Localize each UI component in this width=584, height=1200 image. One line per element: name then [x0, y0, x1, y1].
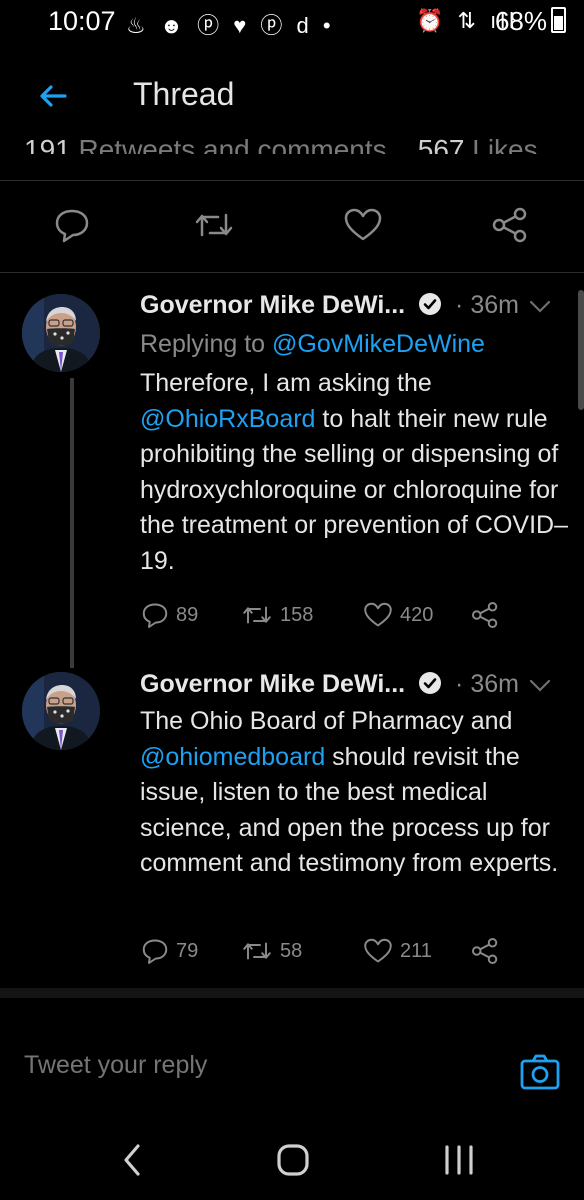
- retweet-icon: [243, 606, 271, 624]
- tweet-time: · 36m: [455, 670, 519, 698]
- tweet-text-part: Therefore, I am asking the: [140, 369, 432, 397]
- author-name[interactable]: Governor Mike DeWi...: [140, 670, 405, 698]
- back-button[interactable]: [28, 74, 78, 118]
- page-title: Thread: [133, 76, 235, 112]
- comment-icon: [142, 603, 168, 628]
- tweet-time: · 36m: [455, 291, 519, 319]
- tweet-time-value: 36m: [470, 291, 519, 319]
- share-button[interactable]: [490, 205, 536, 251]
- likes-label[interactable]: Likes: [472, 134, 537, 154]
- retweet-count: 158: [280, 603, 314, 626]
- divider: [0, 272, 584, 273]
- retweet-count: 58: [280, 939, 303, 962]
- share-icon: [472, 938, 498, 964]
- avatar-photo: [22, 294, 100, 372]
- like-button[interactable]: 420: [362, 598, 433, 632]
- reply-composer: [0, 1020, 584, 1120]
- tweet-author-line: Governor Mike DeWi... · 36m: [140, 670, 519, 699]
- reply-button[interactable]: 89: [140, 598, 198, 632]
- replying-to-label: Replying to: [140, 330, 266, 358]
- heart-icon: [364, 938, 392, 963]
- nav-recents-button[interactable]: [434, 1138, 484, 1182]
- replying-to: Replying to @GovMikeDeWine: [140, 330, 485, 359]
- like-count: 211: [400, 939, 432, 962]
- comment-icon: [142, 939, 168, 964]
- divider: [0, 180, 584, 181]
- like-count: 420: [400, 603, 434, 626]
- likes-count[interactable]: 567: [418, 134, 465, 154]
- scrollbar-thumb[interactable]: [578, 290, 584, 410]
- back-arrow-icon: [40, 85, 67, 107]
- retweet-button[interactable]: 58: [240, 934, 302, 968]
- like-button[interactable]: 211: [362, 934, 432, 968]
- verified-badge-icon: [419, 672, 442, 694]
- chevron-down-icon[interactable]: [526, 297, 554, 317]
- tweet-author-line: Governor Mike DeWi... · 36m: [140, 291, 519, 320]
- main-tweet-actions: [0, 205, 584, 255]
- mention-link[interactable]: @ohiomedboard: [140, 743, 325, 771]
- heart-icon: [364, 602, 392, 627]
- battery-icon: [551, 7, 566, 33]
- mention-link[interactable]: @OhioRxBoard: [140, 405, 315, 433]
- avatar[interactable]: [22, 294, 100, 372]
- retweets-label[interactable]: Retweets and comments: [79, 134, 387, 154]
- comment-icon: [55, 209, 89, 243]
- heart-icon: [344, 208, 382, 241]
- tweet-text-part: The Ohio Board of Pharmacy and: [140, 707, 513, 735]
- comment-count: 89: [176, 603, 199, 626]
- avatar-photo: [22, 672, 100, 750]
- thread-stats: 191 Retweets and comments 567 Likes: [0, 128, 584, 154]
- notification-icons: ♨ ☻ ⓟ ♥ ⓟ d •: [126, 13, 335, 38]
- top-app-bar: Thread: [0, 60, 584, 134]
- tweet-text: Therefore, I am asking the @OhioRxBoard …: [140, 366, 570, 579]
- tweet-time-value: 36m: [470, 670, 519, 698]
- retweet-button[interactable]: [192, 205, 238, 251]
- share-icon: [492, 207, 527, 243]
- nav-back-button[interactable]: [108, 1138, 158, 1182]
- reply-input[interactable]: [22, 1050, 496, 1081]
- camera-icon: [520, 1054, 560, 1090]
- reply-button[interactable]: 79: [140, 934, 198, 968]
- verified-badge-icon: [419, 293, 442, 315]
- status-time: 10:07: [48, 6, 116, 36]
- battery-indicator: 68%: [495, 6, 566, 37]
- battery-percent: 68%: [494, 6, 547, 36]
- reply-button[interactable]: [52, 205, 98, 251]
- retweet-icon: [195, 213, 233, 237]
- comment-count: 79: [176, 939, 199, 962]
- retweet-button[interactable]: 158: [240, 598, 313, 632]
- retweets-count[interactable]: 191: [24, 134, 71, 154]
- nav-home-button[interactable]: [268, 1138, 318, 1182]
- like-button[interactable]: [342, 205, 388, 251]
- status-bar: 10:07 ♨ ☻ ⓟ ♥ ⓟ d • ⏰ ⇅ ıll 68%: [0, 0, 584, 50]
- chevron-down-icon[interactable]: [526, 676, 554, 696]
- retweet-icon: [243, 942, 271, 960]
- chevron-left-icon: [124, 1144, 140, 1176]
- tweet-text: The Ohio Board of Pharmacy and @ohiomedb…: [140, 704, 570, 882]
- thread-connector: [70, 378, 74, 668]
- tweet-actions: 79 58 211: [140, 934, 520, 968]
- camera-button[interactable]: [518, 1050, 562, 1094]
- author-name[interactable]: Governor Mike DeWi...: [140, 291, 405, 319]
- home-icon: [277, 1144, 309, 1176]
- recents-icon: [445, 1145, 473, 1175]
- share-icon: [472, 602, 498, 628]
- replying-to-handle[interactable]: @GovMikeDeWine: [272, 330, 485, 358]
- share-button[interactable]: [470, 598, 500, 632]
- tweet-actions: 89 158 420: [140, 598, 520, 632]
- system-navigation-bar: [0, 1120, 584, 1200]
- section-separator: [0, 988, 584, 998]
- share-button[interactable]: [470, 934, 500, 968]
- avatar[interactable]: [22, 672, 100, 750]
